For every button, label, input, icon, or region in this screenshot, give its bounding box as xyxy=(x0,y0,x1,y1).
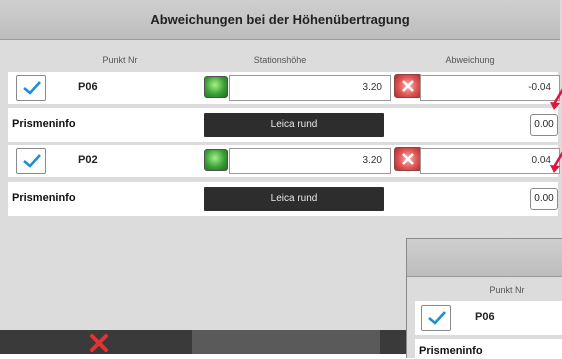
point-id: P06 xyxy=(475,311,495,323)
checkbox-p02[interactable] xyxy=(16,148,46,174)
point-id: P02 xyxy=(78,154,98,166)
checkbox-p06[interactable] xyxy=(421,305,451,331)
column-header-point-no: Punkt Nr xyxy=(102,55,138,65)
checkmark-icon xyxy=(23,81,41,95)
point-row-p02: P02 3.20 0.04 xyxy=(8,145,560,177)
secondary-dialog-title-bar xyxy=(407,239,562,277)
checkmark-icon xyxy=(428,311,446,325)
green-status-led-icon xyxy=(204,149,228,171)
column-header-station-height: Stationshöhe xyxy=(253,55,307,65)
red-x-icon xyxy=(90,334,108,352)
prism-info-label: Prismeninfo xyxy=(12,118,76,130)
prism-info-row-2: Prismeninfo Leica rund 0.00 xyxy=(8,182,558,216)
confirm-button[interactable] xyxy=(192,330,380,354)
x-mark-icon xyxy=(402,153,414,165)
point-row-p06: P06 xyxy=(415,301,562,335)
prism-info-row: Prismeninfo xyxy=(415,339,562,359)
point-id: P06 xyxy=(78,81,98,93)
prism-info-row-1: Prismeninfo Leica rund 0.00 xyxy=(8,108,558,142)
checkmark-icon xyxy=(23,154,41,168)
prism-info-label: Prismeninfo xyxy=(419,345,483,357)
prism-type-button[interactable]: Leica rund xyxy=(204,113,384,137)
deviation-field[interactable]: -0.04 xyxy=(420,75,560,101)
secondary-dialog-preview: Punkt Nr P06 Prismeninfo xyxy=(406,238,562,359)
x-mark-icon xyxy=(402,80,414,92)
prism-type-button[interactable]: Leica rund xyxy=(204,187,384,211)
prism-info-label: Prismeninfo xyxy=(12,192,76,204)
red-error-led-icon xyxy=(394,147,422,171)
red-error-led-icon xyxy=(394,74,422,98)
point-row-p06: P06 3.20 -0.04 xyxy=(8,72,560,104)
annotation-arrow-icon xyxy=(550,151,562,173)
station-height-field[interactable]: 3.20 xyxy=(229,148,391,174)
dialog-title: Abweichungen bei der Höhenübertragung xyxy=(0,0,560,40)
annotation-arrow-icon xyxy=(550,88,562,110)
prism-constant-field[interactable]: 0.00 xyxy=(530,188,558,210)
deviation-field[interactable]: 0.04 xyxy=(420,148,560,174)
column-header-deviation: Abweichung xyxy=(445,55,495,65)
prism-constant-field[interactable]: 0.00 xyxy=(530,114,558,136)
column-header-point-no: Punkt Nr xyxy=(489,285,525,295)
checkbox-p06[interactable] xyxy=(16,75,46,101)
station-height-field[interactable]: 3.20 xyxy=(229,75,391,101)
green-status-led-icon xyxy=(204,76,228,98)
cancel-button[interactable] xyxy=(0,330,192,354)
